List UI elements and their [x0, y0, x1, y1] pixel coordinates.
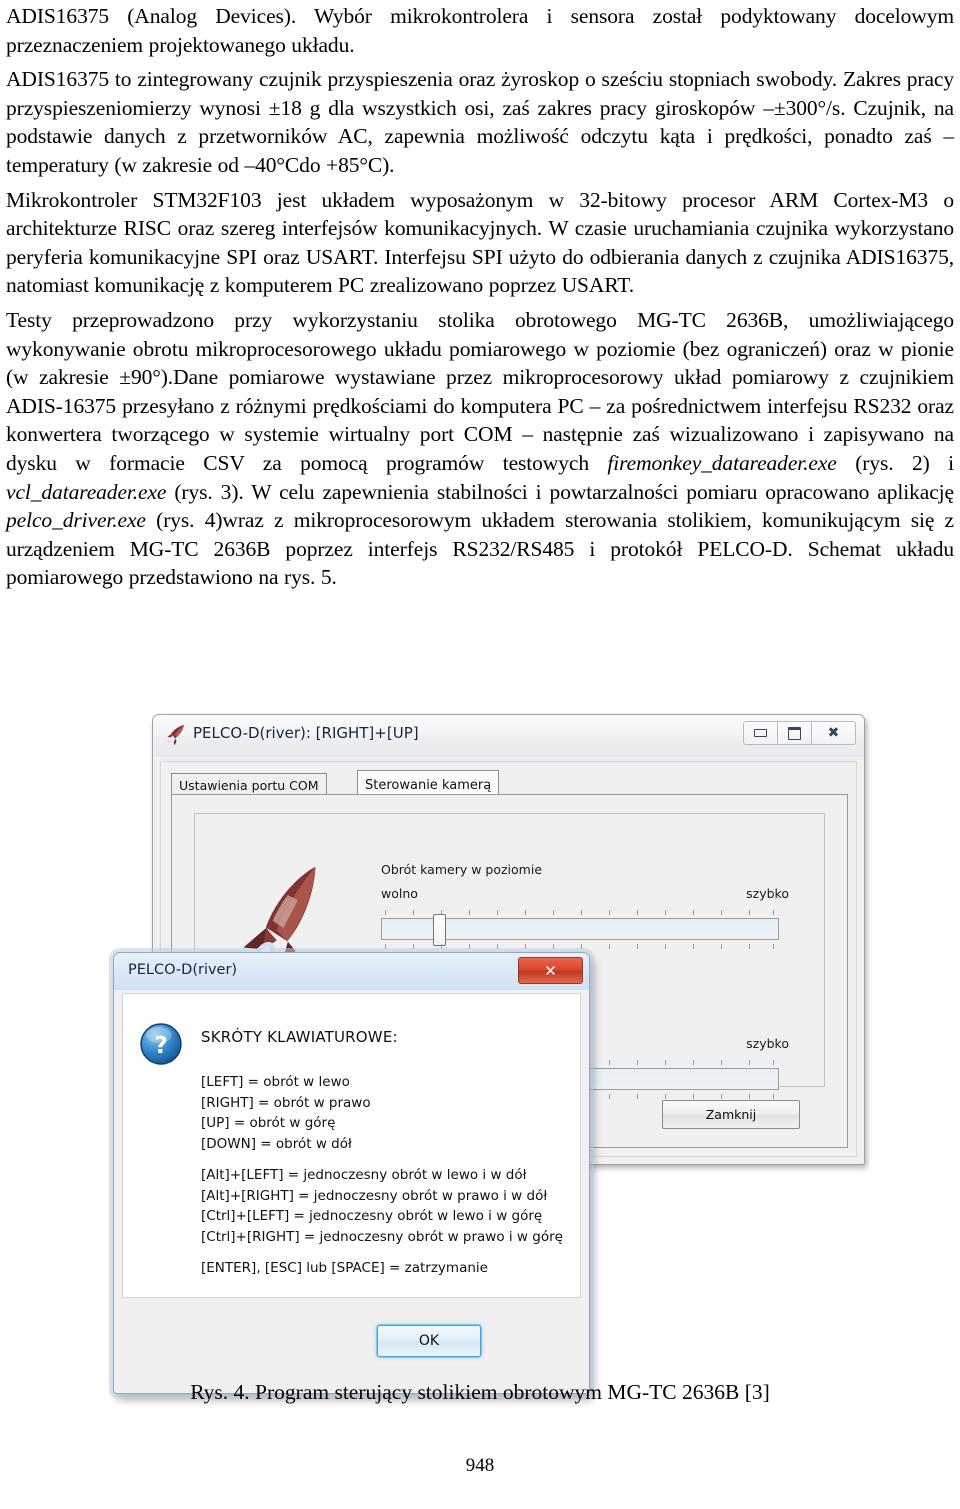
shortcut-item: [ENTER], [ESC] lub [SPACE] = zatrzymanie [201, 1260, 488, 1276]
dialog-pelco-driver-shortcuts: PELCO-D(river) ✕ ? SKRÓTY KLAWIATUROWE: … [113, 952, 590, 1394]
shortcut-item: [UP] = obrót w górę [201, 1115, 336, 1131]
shortcut-item: [DOWN] = obrót w dół [201, 1135, 352, 1152]
paragraph-4-text-3: (rys. 3). W celu zapewnienia stabilności… [166, 479, 954, 504]
dialog-close-button[interactable]: ✕ [518, 957, 583, 984]
tab-label: Sterowanie kamerą [365, 777, 492, 793]
app-name-vcl: vcl_datareader.exe [6, 479, 167, 504]
slider-min-label-horizontal: wolno [381, 886, 418, 901]
shortcut-item: [Alt]+[RIGHT] = jednoczesny obrót w praw… [201, 1187, 548, 1204]
close-icon: ✕ [544, 961, 557, 980]
slider-block-horizontal: Obrót kamery w poziomie wolno szybko [381, 862, 789, 962]
trackbar-thumb-horizontal[interactable] [433, 914, 446, 946]
ok-button[interactable]: OK [377, 1325, 481, 1357]
slider-title-horizontal: Obrót kamery w poziomie [381, 862, 543, 877]
slider-max-label-horizontal: szybko [746, 886, 789, 901]
tab-label: Ustawienia portu COM [179, 777, 319, 793]
dialog-heading: SKRÓTY KLAWIATUROWE: [201, 1028, 398, 1046]
paragraph-4: Testy przeprowadzono przy wykorzystaniu … [6, 306, 954, 592]
close-icon: ✖ [827, 725, 840, 741]
page-number: 948 [465, 1455, 495, 1476]
svg-text:?: ? [154, 1033, 167, 1059]
shortcut-item: [Ctrl]+[LEFT] = jednoczesny obrót w lewo… [201, 1208, 543, 1224]
dialog-titlebar[interactable]: PELCO-D(river) ✕ [114, 953, 589, 990]
paragraph-1: ADIS16375 (Analog Devices). Wybór mikrok… [6, 4, 954, 57]
shortcut-item: [RIGHT] = obrót w prawo [201, 1094, 371, 1111]
dialog-footer: OK [122, 1301, 581, 1379]
zamknij-button[interactable]: Zamknij [662, 1100, 800, 1129]
maximize-button[interactable] [777, 721, 812, 745]
ok-button-label: OK [418, 1333, 440, 1349]
maximize-icon [788, 726, 801, 740]
paragraph-4-text-2: (rys. 2) i [836, 450, 954, 475]
trackbar-horizontal[interactable] [381, 910, 779, 952]
app-name-firemonkey: firemonkey_datareader.exe [607, 450, 837, 475]
question-icon: ? [139, 1022, 183, 1066]
close-button[interactable]: ✖ [811, 721, 856, 745]
dialog-title: PELCO-D(river) [128, 962, 238, 978]
app-name-pelco: pelco_driver.exe [6, 508, 146, 533]
paragraph-3: Mikrokontroler STM32F103 jest układem wy… [6, 187, 954, 298]
app-titlebar[interactable]: PELCO-D(river): [RIGHT]+[UP] ✖ [153, 715, 864, 756]
dialog-body: ? SKRÓTY KLAWIATUROWE: [LEFT] = obrót w … [122, 993, 581, 1298]
figure-screenshot: PELCO-D(river): [RIGHT]+[UP] ✖ Ustawieni… [0, 700, 960, 1400]
minimize-icon [754, 729, 767, 737]
zamknij-button-label: Zamknij [705, 1107, 757, 1122]
trackbar-ticks-bottom [381, 944, 779, 950]
tabstrip: Ustawienia portu COM Sterowanie kamerą [171, 770, 848, 800]
paragraph-2: ADIS16375 to zintegrowany czujnik przysp… [6, 67, 954, 177]
app-window-title: PELCO-D(river): [RIGHT]+[UP] [193, 724, 419, 742]
shortcut-item: [Alt]+[LEFT] = jednoczesny obrót w lewo … [201, 1167, 527, 1183]
paragraph-4-text-4: (rys. 4)wraz z mikroprocesorowym układem… [6, 508, 954, 590]
minimize-button[interactable] [743, 721, 778, 745]
dialog-shortcuts-list: [LEFT] = obrót w lewo [RIGHT] = obrót w … [201, 1072, 570, 1279]
paragraph-4-text-1: Testy przeprowadzono przy wykorzystaniu … [6, 307, 954, 475]
slider-max-label-vertical: szybko [746, 1036, 789, 1051]
document-page: ADIS16375 (Analog Devices). Wybór mikrok… [0, 0, 960, 1509]
shortcut-item: [LEFT] = obrót w lewo [201, 1074, 350, 1090]
document-body: ADIS16375 (Analog Devices). Wybór mikrok… [6, 2, 954, 592]
window-controls: ✖ [743, 721, 856, 745]
rocket-icon [165, 723, 187, 746]
shortcut-item: [Ctrl]+[RIGHT] = jednoczesny obrót w pra… [201, 1228, 563, 1245]
figure-caption: Rys. 4. Program sterujący stolikiem obro… [190, 1380, 770, 1404]
